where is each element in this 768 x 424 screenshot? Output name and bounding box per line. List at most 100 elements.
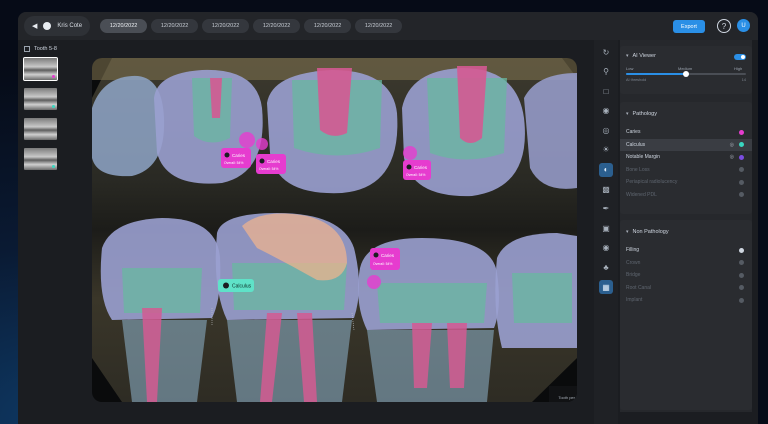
pathology-item[interactable]: Notable Margin ◎ <box>620 151 752 164</box>
threshold-slider[interactable] <box>626 71 746 77</box>
date-tab[interactable]: 12/20/2022 <box>355 19 403 33</box>
patient-chip[interactable]: ◀ Kris Cote <box>24 16 91 36</box>
slider-fill <box>626 73 686 75</box>
annotation-detail: Overall: 54% <box>259 167 278 171</box>
ai-viewer-toggle[interactable] <box>734 54 746 60</box>
pathology-item[interactable]: Bone Loss <box>620 164 752 177</box>
tooth-icon[interactable]: ♣ <box>599 261 613 275</box>
zoom-icon[interactable]: ⚲ <box>599 65 613 79</box>
color-indicator <box>739 260 744 266</box>
pathology-item-label: Calculus <box>626 141 646 148</box>
eye-icon[interactable]: ◎ <box>730 142 734 148</box>
non-pathology-title: Non Pathology <box>632 229 669 235</box>
date-tab[interactable]: 12/20/2022 <box>202 19 250 33</box>
pathology-item-label: Caries <box>626 129 641 136</box>
annotation-caries-3[interactable]: Caries Overall: 54% <box>403 160 431 180</box>
eye-icon[interactable]: ◎ <box>730 154 734 160</box>
image-icon[interactable]: ▩ <box>599 182 613 196</box>
pathology-item[interactable]: Periapical radiolucency <box>620 176 752 189</box>
info-icon <box>739 247 744 253</box>
non-pathology-item-label: Bridge <box>626 272 641 279</box>
pathology-item-label: Bone Loss <box>626 166 650 173</box>
non-pathology-item-label: Implant <box>626 297 643 304</box>
non-pathology-item[interactable]: Filling <box>620 244 752 257</box>
pathology-header[interactable]: ▾ Pathology <box>620 102 752 126</box>
color-indicator <box>739 154 744 160</box>
annotation-label: Caries <box>414 165 428 170</box>
grid-icon[interactable]: ▦ <box>599 280 613 295</box>
color-indicator <box>739 129 744 135</box>
annotation-calculus[interactable]: Calculus <box>218 279 254 292</box>
crop-icon[interactable]: □ <box>599 84 613 98</box>
annotation-detail: Overall: 54% <box>373 262 392 266</box>
pathology-item-label: Widened PDL <box>626 191 657 198</box>
pathology-item[interactable]: Caries <box>620 126 752 139</box>
pathology-item-label: Periapical radiolucency <box>626 179 678 186</box>
capture-icon[interactable]: ◉ <box>599 241 613 255</box>
xray-thumbnail[interactable] <box>24 148 57 170</box>
annotation-caries-2[interactable]: Caries Overall: 54% <box>256 154 286 174</box>
rotate-icon[interactable]: ↻ <box>599 45 613 59</box>
date-tab[interactable]: 12/20/2022 <box>151 19 199 33</box>
chevron-down-icon: ▾ <box>626 229 629 235</box>
non-pathology-item[interactable]: Root Canal <box>620 282 752 295</box>
date-tabs: 12/20/2022 12/20/2022 12/20/2022 12/20/2… <box>100 19 403 33</box>
non-pathology-item[interactable]: Implant <box>620 294 752 307</box>
patient-name: Kris Cote <box>57 23 83 29</box>
tool-rail: ↻ ⚲ □ ◉ ◎ ☀ ◐ ▩ ✒ ▣ ◉ ♣ ▦ <box>594 40 618 424</box>
thumbnail-title-label: Tooth 5-8 <box>34 46 57 52</box>
ai-viewer-title: AI Viewer <box>632 53 656 59</box>
tooth-label: Tooth per <box>549 386 577 402</box>
app-window: ◀ Kris Cote 12/20/2022 12/20/2022 12/20/… <box>18 12 758 424</box>
draw-icon[interactable]: ✒ <box>599 202 613 216</box>
frame-icon[interactable]: ▣ <box>599 221 613 235</box>
slider-sub-right: 14 <box>741 78 746 82</box>
help-icon[interactable]: ? <box>717 19 731 33</box>
slider-label-low: Low <box>626 66 634 71</box>
date-tab[interactable]: 12/20/2022 <box>304 19 352 33</box>
color-indicator <box>739 142 744 148</box>
pathology-item-label: Notable Margin <box>626 154 660 161</box>
brightness-icon[interactable]: ☀ <box>599 143 613 157</box>
non-pathology-item-label: Root Canal <box>626 284 652 291</box>
date-tab[interactable]: 12/20/2022 <box>253 19 301 33</box>
xray-thumbnail[interactable] <box>23 57 58 81</box>
annotation-caries-1[interactable]: Caries Overall: 54% <box>221 148 251 168</box>
xray-thumbnail[interactable] <box>24 118 57 140</box>
status-dot <box>52 105 55 108</box>
non-pathology-item[interactable]: Bridge <box>620 269 752 282</box>
top-bar: ◀ Kris Cote 12/20/2022 12/20/2022 12/20/… <box>18 12 758 40</box>
annotation-label: Calculus <box>232 284 252 290</box>
pathology-card: ▾ Pathology Caries Calculus ◎ Notable Margi… <box>620 102 752 214</box>
color-indicator <box>739 272 744 278</box>
non-pathology-header[interactable]: ▾ Non Pathology <box>620 220 752 244</box>
slider-label-high: High <box>734 66 743 71</box>
color-indicator <box>739 179 744 185</box>
pathology-item[interactable]: Calculus ◎ <box>620 138 752 151</box>
annotation-detail: Overall: 54% <box>224 161 243 165</box>
pathology-title: Pathology <box>632 111 657 117</box>
color-indicator <box>739 167 744 173</box>
contrast-icon[interactable]: ◐ <box>599 162 613 177</box>
date-tab[interactable]: 12/20/2022 <box>100 19 148 33</box>
non-pathology-card: ▾ Non Pathology Filling Crown Bridge Root C… <box>620 220 752 410</box>
xray-viewer[interactable]: Caries Overall: 54% Caries Overall: 54% … <box>92 58 577 402</box>
slider-sub-left: AI threshold <box>626 78 647 82</box>
ai-viewer-header[interactable]: ▾ AI Viewer <box>620 46 752 66</box>
account-avatar[interactable]: U <box>737 19 750 32</box>
grid-icon[interactable] <box>24 46 30 52</box>
annotation-label: Caries <box>267 159 281 164</box>
pathology-item[interactable]: Widened PDL <box>620 189 752 202</box>
slider-handle[interactable] <box>683 71 689 77</box>
chevron-left-icon[interactable]: ◀ <box>32 22 37 30</box>
annotation-caries-4[interactable]: Caries Overall: 54% <box>370 248 400 270</box>
ai-viewer-card: ▾ AI Viewer Low Medium High AI threshold… <box>620 46 752 94</box>
xray-thumbnail[interactable] <box>24 88 57 110</box>
non-pathology-item-label: Filling <box>626 247 640 254</box>
non-pathology-item[interactable]: Crown <box>620 257 752 270</box>
status-dot <box>52 75 55 78</box>
non-pathology-item-label: Crown <box>626 259 641 266</box>
eye-icon[interactable]: ◉ <box>599 104 613 118</box>
export-button[interactable]: Export <box>673 20 705 33</box>
visibility-icon[interactable]: ◎ <box>599 123 613 137</box>
